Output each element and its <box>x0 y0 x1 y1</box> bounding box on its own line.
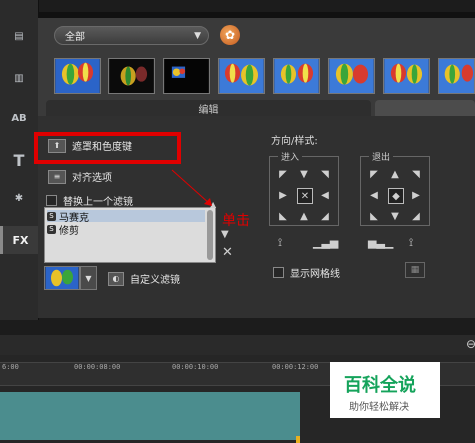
arrow-right-icon[interactable]: ▶ <box>409 188 423 202</box>
style-icon[interactable]: ⟟ <box>278 236 282 250</box>
arrow-down-right-icon[interactable]: ◢ <box>318 209 332 223</box>
ruler-tick: 00:00:08:00 <box>74 363 121 371</box>
arrow-down-right-icon[interactable]: ◢ <box>409 209 423 223</box>
filter-icon: S <box>47 224 56 234</box>
arrow-down-left-icon[interactable]: ◣ <box>276 209 290 223</box>
filter-thumbnail[interactable] <box>218 58 265 94</box>
graphics-icon[interactable]: ✱ <box>6 186 32 210</box>
align-options-button[interactable]: ≡ 对齐选项 <box>48 169 112 184</box>
center-icon[interactable]: ◆ <box>388 188 404 204</box>
dropdown-value: 全部 <box>65 32 85 43</box>
filter-thumbnail[interactable] <box>54 58 101 94</box>
direction-title: 方向/样式: <box>271 136 318 147</box>
exit-label: 退出 <box>369 150 394 163</box>
filter-icon: S <box>47 211 56 221</box>
media-icon[interactable]: ▤ <box>6 24 32 48</box>
panel-top-edge <box>38 12 475 18</box>
ruler-tick: 00:00:10:00 <box>172 363 219 371</box>
replace-filter-checkbox[interactable]: 替换上一个滤镜 <box>46 193 133 208</box>
remove-filter-icon[interactable]: ✕ <box>222 245 233 260</box>
arrow-up-right-icon[interactable]: ◥ <box>318 167 332 181</box>
video-track-clip[interactable] <box>0 392 300 440</box>
bars-icon[interactable]: ▅▃▁ <box>368 236 393 249</box>
zoom-out-icon[interactable]: ⊖ <box>466 337 475 351</box>
align-icon: ≡ <box>48 169 66 184</box>
arrow-up-left-icon[interactable]: ◤ <box>276 167 290 181</box>
checkbox-icon <box>46 195 57 206</box>
checkbox-icon <box>273 267 284 278</box>
filter-thumbnail[interactable] <box>383 58 430 94</box>
style-icon[interactable]: ⟟ <box>409 236 413 250</box>
watermark: 百科全说 助你轻松解决 <box>330 362 440 418</box>
annotation-arrow <box>171 169 212 206</box>
chevron-down-icon: ▼ <box>194 31 201 41</box>
show-grid-checkbox[interactable]: 显示网格线 <box>273 265 340 280</box>
grid-settings-icon[interactable]: ▦ <box>405 262 425 278</box>
filter-thumbnail[interactable] <box>163 58 210 94</box>
exit-direction-group: 退出 ◤ ▲ ◥ ◀ ◆ ▶ ◣ ▼ ◢ <box>360 150 430 226</box>
signal-icon[interactable]: ▁▃▅ <box>313 236 338 249</box>
arrow-up-icon[interactable]: ▲ <box>388 167 402 181</box>
arrow-left-icon[interactable]: ◀ <box>367 188 381 202</box>
playhead-marker[interactable] <box>296 436 300 443</box>
move-down-icon[interactable]: ▼ <box>221 229 229 240</box>
center-icon[interactable]: ✕ <box>297 188 313 204</box>
filter-thumbnail[interactable] <box>328 58 375 94</box>
filter-category-dropdown[interactable]: 全部 ▼ <box>54 26 209 45</box>
filter-thumbnail[interactable] <box>273 58 320 94</box>
tab-secondary[interactable] <box>375 100 475 116</box>
filter-thumbnail[interactable] <box>108 58 155 94</box>
fx-icon[interactable]: FX <box>0 226 38 254</box>
filter-thumbnail[interactable] <box>438 58 475 94</box>
list-item[interactable]: S 修剪 <box>47 223 79 237</box>
arrow-left-icon[interactable]: ◀ <box>318 188 332 202</box>
ruler-tick: 00:00:12:00 <box>272 363 319 371</box>
arrow-down-icon[interactable]: ▼ <box>297 167 311 181</box>
highlight-box <box>34 132 181 164</box>
gear-icon[interactable]: ✿ <box>220 25 240 45</box>
arrow-up-icon[interactable]: ▲ <box>297 209 311 223</box>
enter-label: 进入 <box>278 150 303 163</box>
title-icon[interactable]: T <box>6 148 32 172</box>
film-icon[interactable]: ▥ <box>6 66 32 90</box>
arrow-down-left-icon[interactable]: ◣ <box>367 209 381 223</box>
list-item[interactable]: S 马赛克 <box>47 210 205 224</box>
custom-filter-icon: ◐ <box>108 271 124 286</box>
arrow-up-left-icon[interactable]: ◤ <box>367 167 381 181</box>
chevron-down-icon[interactable]: ▼ <box>80 266 97 290</box>
tab-edit[interactable]: 编辑 <box>46 100 371 116</box>
ruler-tick: 6:00 <box>2 363 19 371</box>
click-annotation: 单击 <box>222 213 250 229</box>
arrow-down-icon[interactable]: ▼ <box>388 209 402 223</box>
preset-thumbnail[interactable] <box>44 266 80 290</box>
timeline-toolbar <box>0 335 475 355</box>
arrow-up-right-icon[interactable]: ◥ <box>409 167 423 181</box>
transition-icon[interactable]: AB <box>6 106 32 130</box>
custom-filter-button[interactable]: ◐ 自定义滤镜 <box>108 271 180 286</box>
arrow-right-icon[interactable]: ▶ <box>276 188 290 202</box>
enter-direction-group: 进入 ◤ ▼ ◥ ▶ ✕ ◀ ◣ ▲ ◢ <box>269 150 339 226</box>
scrollbar[interactable] <box>207 210 213 260</box>
applied-filter-list[interactable]: S 马赛克 S 修剪 <box>44 207 216 263</box>
